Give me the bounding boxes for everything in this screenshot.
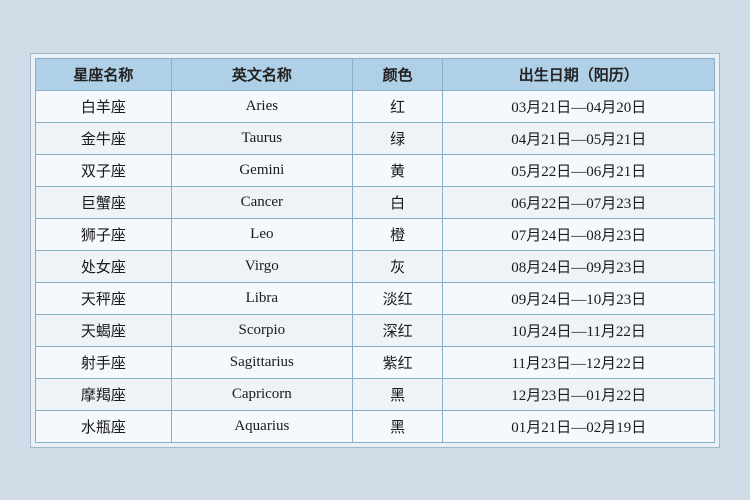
cell-zh: 狮子座	[36, 218, 172, 250]
header-color: 颜色	[352, 58, 443, 90]
cell-color: 绿	[352, 122, 443, 154]
cell-date: 03月21日—04月20日	[443, 90, 715, 122]
cell-color: 黑	[352, 378, 443, 410]
table-row: 双子座Gemini黄05月22日—06月21日	[36, 154, 715, 186]
cell-en: Capricorn	[171, 378, 352, 410]
cell-color: 黄	[352, 154, 443, 186]
cell-color: 黑	[352, 410, 443, 442]
cell-zh: 巨蟹座	[36, 186, 172, 218]
cell-date: 07月24日—08月23日	[443, 218, 715, 250]
cell-color: 紫红	[352, 346, 443, 378]
header-en: 英文名称	[171, 58, 352, 90]
header-zh: 星座名称	[36, 58, 172, 90]
cell-date: 01月21日—02月19日	[443, 410, 715, 442]
table-row: 金牛座Taurus绿04月21日—05月21日	[36, 122, 715, 154]
cell-en: Aquarius	[171, 410, 352, 442]
cell-en: Sagittarius	[171, 346, 352, 378]
cell-date: 10月24日—11月22日	[443, 314, 715, 346]
table-row: 摩羯座Capricorn黑12月23日—01月22日	[36, 378, 715, 410]
cell-zh: 金牛座	[36, 122, 172, 154]
table-row: 水瓶座Aquarius黑01月21日—02月19日	[36, 410, 715, 442]
cell-en: Scorpio	[171, 314, 352, 346]
table-row: 白羊座Aries红03月21日—04月20日	[36, 90, 715, 122]
cell-zh: 处女座	[36, 250, 172, 282]
cell-date: 12月23日—01月22日	[443, 378, 715, 410]
cell-zh: 射手座	[36, 346, 172, 378]
cell-en: Libra	[171, 282, 352, 314]
cell-zh: 天蝎座	[36, 314, 172, 346]
table-row: 天秤座Libra淡红09月24日—10月23日	[36, 282, 715, 314]
cell-en: Aries	[171, 90, 352, 122]
cell-date: 06月22日—07月23日	[443, 186, 715, 218]
cell-zh: 白羊座	[36, 90, 172, 122]
cell-date: 04月21日—05月21日	[443, 122, 715, 154]
table-row: 处女座Virgo灰08月24日—09月23日	[36, 250, 715, 282]
cell-date: 05月22日—06月21日	[443, 154, 715, 186]
cell-color: 红	[352, 90, 443, 122]
cell-color: 橙	[352, 218, 443, 250]
zodiac-table: 星座名称 英文名称 颜色 出生日期（阳历） 白羊座Aries红03月21日—04…	[35, 58, 715, 443]
table-row: 射手座Sagittarius紫红11月23日—12月22日	[36, 346, 715, 378]
cell-zh: 水瓶座	[36, 410, 172, 442]
table-row: 天蝎座Scorpio深红10月24日—11月22日	[36, 314, 715, 346]
cell-date: 11月23日—12月22日	[443, 346, 715, 378]
cell-color: 淡红	[352, 282, 443, 314]
cell-zh: 天秤座	[36, 282, 172, 314]
header-date: 出生日期（阳历）	[443, 58, 715, 90]
cell-en: Virgo	[171, 250, 352, 282]
cell-zh: 双子座	[36, 154, 172, 186]
cell-color: 深红	[352, 314, 443, 346]
cell-en: Gemini	[171, 154, 352, 186]
zodiac-table-container: 星座名称 英文名称 颜色 出生日期（阳历） 白羊座Aries红03月21日—04…	[30, 53, 720, 448]
cell-en: Taurus	[171, 122, 352, 154]
cell-color: 白	[352, 186, 443, 218]
cell-date: 08月24日—09月23日	[443, 250, 715, 282]
cell-color: 灰	[352, 250, 443, 282]
table-header-row: 星座名称 英文名称 颜色 出生日期（阳历）	[36, 58, 715, 90]
cell-date: 09月24日—10月23日	[443, 282, 715, 314]
cell-en: Cancer	[171, 186, 352, 218]
cell-en: Leo	[171, 218, 352, 250]
table-row: 狮子座Leo橙07月24日—08月23日	[36, 218, 715, 250]
table-row: 巨蟹座Cancer白06月22日—07月23日	[36, 186, 715, 218]
cell-zh: 摩羯座	[36, 378, 172, 410]
